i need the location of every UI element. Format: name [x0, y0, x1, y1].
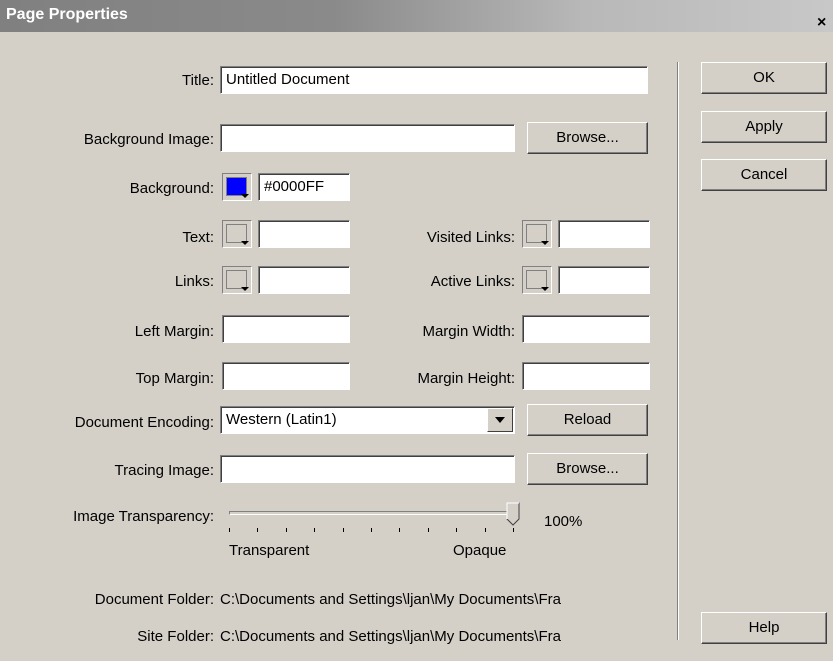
- chevron-down-icon: [241, 194, 249, 198]
- text-color-picker[interactable]: [222, 220, 252, 248]
- title-label: Title:: [182, 72, 214, 89]
- text-color-label: Text:: [182, 229, 214, 246]
- image-transparency-label: Image Transparency:: [73, 508, 214, 525]
- slider-tick: [513, 528, 514, 532]
- links-label: Links:: [174, 273, 214, 290]
- document-folder-label: Document Folder:: [94, 591, 214, 608]
- margin-width-input[interactable]: [522, 315, 650, 343]
- active-links-label: Active Links:: [430, 273, 515, 290]
- image-transparency-percent: 100%: [544, 513, 583, 530]
- slider-tick: [399, 528, 400, 532]
- tracing-image-input[interactable]: [220, 455, 515, 483]
- slider-tick: [456, 528, 457, 532]
- background-color-picker[interactable]: [222, 173, 252, 201]
- document-folder-path: C:\Documents and Settings\ljan\My Docume…: [220, 591, 561, 608]
- top-margin-label: Top Margin:: [135, 370, 214, 387]
- links-color-input[interactable]: [258, 266, 350, 294]
- help-button[interactable]: Help: [701, 612, 827, 644]
- title-input[interactable]: Untitled Document: [220, 66, 648, 94]
- opaque-label: Opaque: [453, 542, 507, 559]
- links-color-picker[interactable]: [222, 266, 252, 294]
- visited-links-label: Visited Links:: [426, 229, 515, 246]
- document-encoding-label: Document Encoding:: [74, 414, 214, 431]
- text-color-input[interactable]: [258, 220, 350, 248]
- chevron-down-icon: [541, 241, 549, 245]
- chevron-down-icon: [495, 417, 505, 423]
- transparent-label: Transparent: [229, 542, 310, 559]
- chevron-down-icon: [541, 287, 549, 291]
- slider-tick: [428, 528, 429, 532]
- visited-links-color-input[interactable]: [558, 220, 650, 248]
- margin-height-label: Margin Height:: [417, 370, 515, 387]
- slider-tick: [314, 528, 315, 532]
- top-margin-input[interactable]: [222, 362, 350, 390]
- background-image-input[interactable]: [220, 124, 515, 152]
- active-links-color-input[interactable]: [558, 266, 650, 294]
- tracing-image-label: Tracing Image:: [114, 462, 215, 479]
- background-image-label: Background Image:: [83, 131, 214, 148]
- slider-tick: [229, 528, 230, 532]
- encoding-dropdown-button[interactable]: [487, 408, 513, 432]
- slider-thumb[interactable]: [506, 502, 520, 526]
- slider-tick: [371, 528, 372, 532]
- site-folder-label: Site Folder:: [137, 628, 214, 645]
- background-color-input[interactable]: #0000FF: [258, 173, 350, 201]
- slider-tick: [343, 528, 344, 532]
- reload-button[interactable]: Reload: [527, 404, 648, 436]
- left-margin-input[interactable]: [222, 315, 350, 343]
- title-bar[interactable]: Page Properties ×: [0, 0, 833, 32]
- slider-tick: [286, 528, 287, 532]
- margin-height-input[interactable]: [522, 362, 650, 390]
- window-title: Page Properties: [6, 6, 128, 23]
- slider-tick: [257, 528, 258, 532]
- cancel-button[interactable]: Cancel: [701, 159, 827, 191]
- vertical-separator: [677, 62, 679, 640]
- chevron-down-icon: [241, 287, 249, 291]
- apply-button[interactable]: Apply: [701, 111, 827, 143]
- site-folder-path: C:\Documents and Settings\ljan\My Docume…: [220, 628, 561, 645]
- document-encoding-select[interactable]: Western (Latin1): [220, 406, 515, 434]
- tracing-image-browse-button[interactable]: Browse...: [527, 453, 648, 485]
- ok-button[interactable]: OK: [701, 62, 827, 94]
- margin-width-label: Margin Width:: [422, 323, 515, 340]
- background-label: Background:: [129, 180, 214, 197]
- active-links-color-picker[interactable]: [522, 266, 552, 294]
- visited-links-color-picker[interactable]: [522, 220, 552, 248]
- background-image-browse-button[interactable]: Browse...: [527, 122, 648, 154]
- chevron-down-icon: [241, 241, 249, 245]
- page-properties-dialog: Page Properties × Title: Untitled Docume…: [0, 0, 833, 661]
- left-margin-label: Left Margin:: [134, 323, 214, 340]
- slider-track[interactable]: [229, 511, 519, 515]
- close-icon[interactable]: ×: [817, 14, 833, 32]
- slider-tick: [485, 528, 486, 532]
